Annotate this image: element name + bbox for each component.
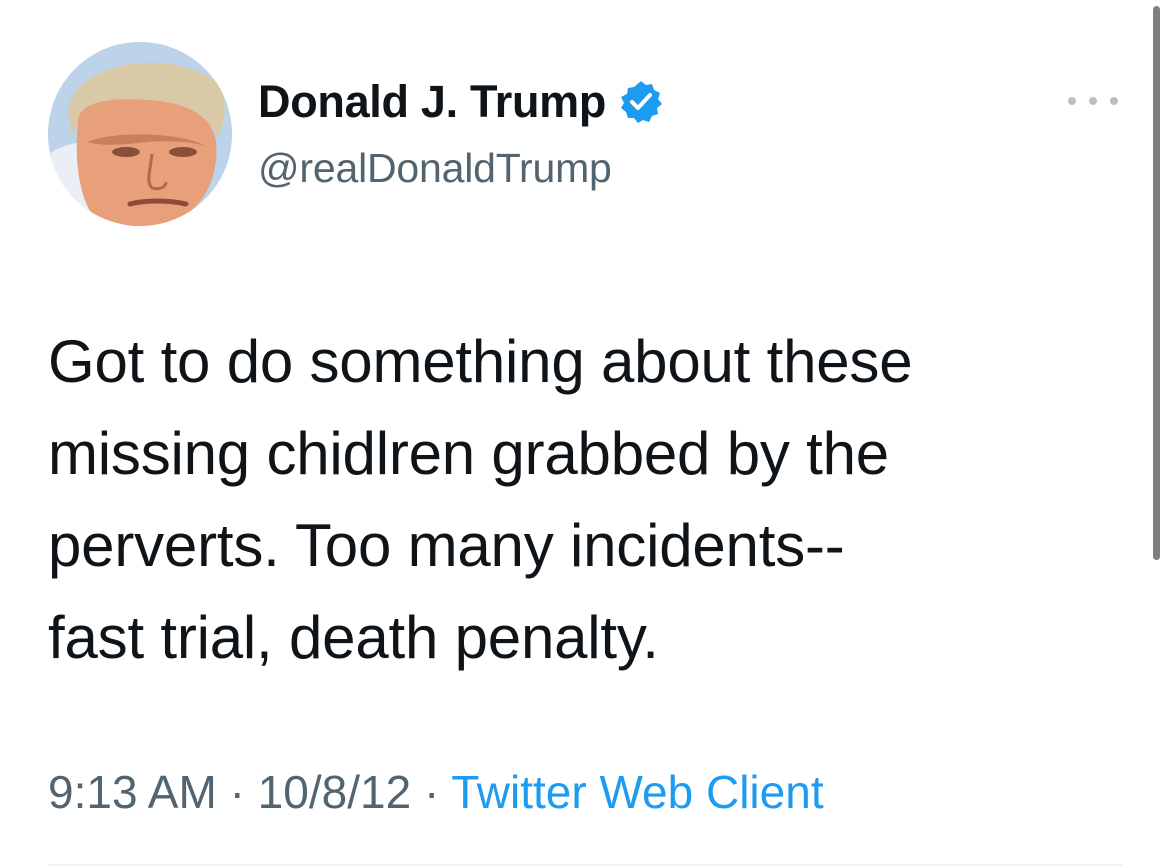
scrollbar[interactable] [1153,6,1160,560]
tweet-time[interactable]: 9:13 AM [48,766,217,818]
author-display-name[interactable]: Donald J. Trump [258,74,606,130]
divider [48,864,1122,866]
more-dot [1089,97,1097,105]
more-horizontal-icon [1068,97,1076,105]
more-options-button[interactable] [1068,86,1118,116]
author-handle[interactable]: @realDonaldTrump [258,142,612,194]
tweet-source-link[interactable]: Twitter Web Client [451,766,823,818]
tweet-metadata: 9:13 AM · 10/8/12 · Twitter Web Client [48,764,824,820]
meta-separator: · [229,766,245,818]
avatar[interactable] [48,42,232,226]
verified-badge-icon [618,79,664,125]
tweet-date[interactable]: 10/8/12 [258,766,411,818]
author-display-name-row[interactable]: Donald J. Trump [258,74,664,130]
more-dot [1110,97,1118,105]
tweet-text: Got to do something about these missing … [48,328,913,671]
meta-separator: · [423,766,440,818]
